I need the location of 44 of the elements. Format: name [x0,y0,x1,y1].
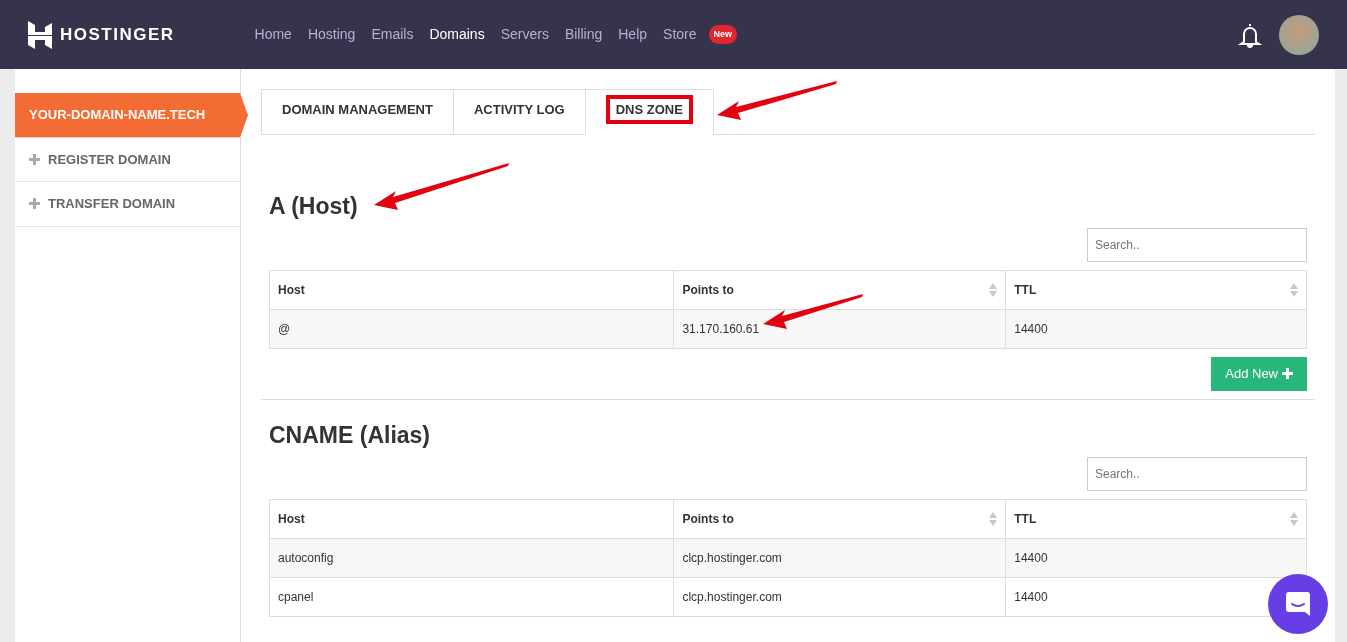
tab[interactable]: DNS ZONE [584,89,714,135]
new-badge: New [708,24,738,45]
column-header[interactable]: TTL [1005,499,1307,539]
nav-link[interactable]: Servers [500,24,549,45]
avatar[interactable] [1279,14,1319,55]
sort-icon[interactable] [1290,512,1298,527]
chat-icon [1284,590,1312,618]
sort-icon[interactable] [989,283,998,298]
nav-link[interactable]: Billing [564,24,603,45]
sidebar-item[interactable]: YOUR-DOMAIN-NAME.TECH [15,93,248,138]
nav-link[interactable]: Home [254,24,292,45]
table-cell: cpanel [269,577,674,617]
sidebar-item[interactable]: REGISTER DOMAIN [15,137,240,182]
nav-link[interactable]: Hosting [307,24,356,45]
column-header[interactable]: Host [269,270,674,310]
column-header[interactable]: Host [269,499,674,539]
section-title: A (Host) [269,192,358,221]
column-header[interactable]: TTL [1005,270,1307,310]
table-cell: clcp.hostinger.com [673,577,1006,617]
section-title: CNAME (Alias) [269,421,430,450]
table-cell: clcp.hostinger.com [673,538,1006,578]
search-field[interactable]: Search.. [1087,228,1307,263]
table-cell: 14400 [1005,309,1307,349]
plus-icon [29,153,40,165]
bell-icon[interactable] [1237,21,1263,48]
column-header[interactable]: Points to [673,270,1006,310]
plus-icon [29,198,40,210]
table-cell: @ [269,309,674,349]
nav-link[interactable]: Help [618,24,648,45]
sort-icon[interactable] [1290,283,1298,298]
logo-icon [28,20,52,49]
sort-icon[interactable] [989,512,998,527]
nav-link[interactable]: Store [663,24,697,45]
brand-name: HOSTINGER [60,23,175,46]
tab[interactable]: DOMAIN MANAGEMENT [261,89,454,134]
table-cell: 14400 [1005,538,1307,578]
plus-icon [1282,368,1293,380]
nav-link[interactable]: Emails [371,24,414,45]
sidebar-item[interactable]: TRANSFER DOMAIN [15,182,240,227]
table-cell: autoconfig [269,538,674,578]
nav-link[interactable]: Domains [429,24,485,45]
column-header[interactable]: Points to [673,499,1006,539]
table-cell: 31.170.160.61 [682,322,760,337]
search-field[interactable]: Search.. [1087,457,1307,492]
